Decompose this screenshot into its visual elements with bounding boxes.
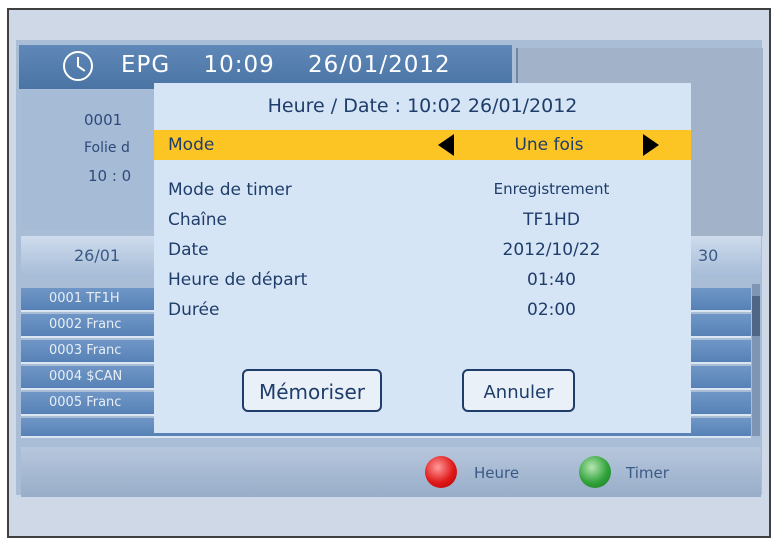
green-button-label: Timer bbox=[626, 464, 669, 482]
date-value[interactable]: 2012/10/22 bbox=[444, 240, 659, 260]
channel-value[interactable]: TF1HD bbox=[444, 210, 659, 230]
info-program-time: 10 : 0 bbox=[88, 167, 132, 185]
red-button-label: Heure bbox=[474, 464, 520, 482]
day-label-right: 30 bbox=[698, 246, 719, 265]
mode-row[interactable]: Mode Une fois bbox=[154, 130, 691, 160]
scrollbar-thumb[interactable] bbox=[752, 296, 760, 336]
info-program-name: Folie d bbox=[84, 140, 130, 156]
mode-value: Une fois bbox=[514, 135, 584, 155]
timer-mode-label: Mode de timer bbox=[168, 180, 292, 200]
duration-value[interactable]: 02:00 bbox=[444, 300, 659, 320]
epg-time: 10:09 bbox=[203, 52, 275, 78]
epg-date: 26/01/2012 bbox=[308, 52, 451, 78]
channel-label: 0004 $CAN bbox=[49, 369, 123, 384]
timer-dialog: Heure / Date : 10:02 26/01/2012 Mode Une… bbox=[154, 83, 691, 433]
date-label: Date bbox=[168, 240, 209, 260]
channel-label: 0001 TF1H bbox=[49, 291, 120, 306]
arrow-right-icon[interactable] bbox=[643, 134, 659, 156]
day-label-left: 26/01 bbox=[74, 246, 121, 265]
start-time-value[interactable]: 01:40 bbox=[444, 270, 659, 290]
channel-label: 0002 Franc bbox=[49, 317, 122, 332]
timer-mode-value[interactable]: Enregistrement bbox=[444, 180, 659, 198]
epg-header-title: EPG 10:09 26/01/2012 bbox=[121, 52, 451, 78]
info-channel-number: 0001 bbox=[84, 111, 123, 129]
start-time-label: Heure de départ bbox=[168, 270, 308, 290]
clock-icon bbox=[63, 51, 93, 81]
arrow-left-icon[interactable] bbox=[438, 134, 454, 156]
red-button-icon[interactable] bbox=[425, 456, 457, 488]
duration-label: Durée bbox=[168, 300, 220, 320]
cancel-button[interactable]: Annuler bbox=[462, 369, 575, 412]
save-button[interactable]: Mémoriser bbox=[242, 369, 382, 412]
mode-label: Mode bbox=[168, 135, 215, 155]
dialog-title: Heure / Date : 10:02 26/01/2012 bbox=[267, 95, 578, 117]
channel-label: 0005 Franc bbox=[49, 395, 122, 410]
green-button-icon[interactable] bbox=[579, 456, 611, 488]
channel-label: Chaîne bbox=[168, 210, 228, 230]
epg-app-name: EPG bbox=[121, 52, 171, 78]
channel-label: 0003 Franc bbox=[49, 343, 122, 358]
